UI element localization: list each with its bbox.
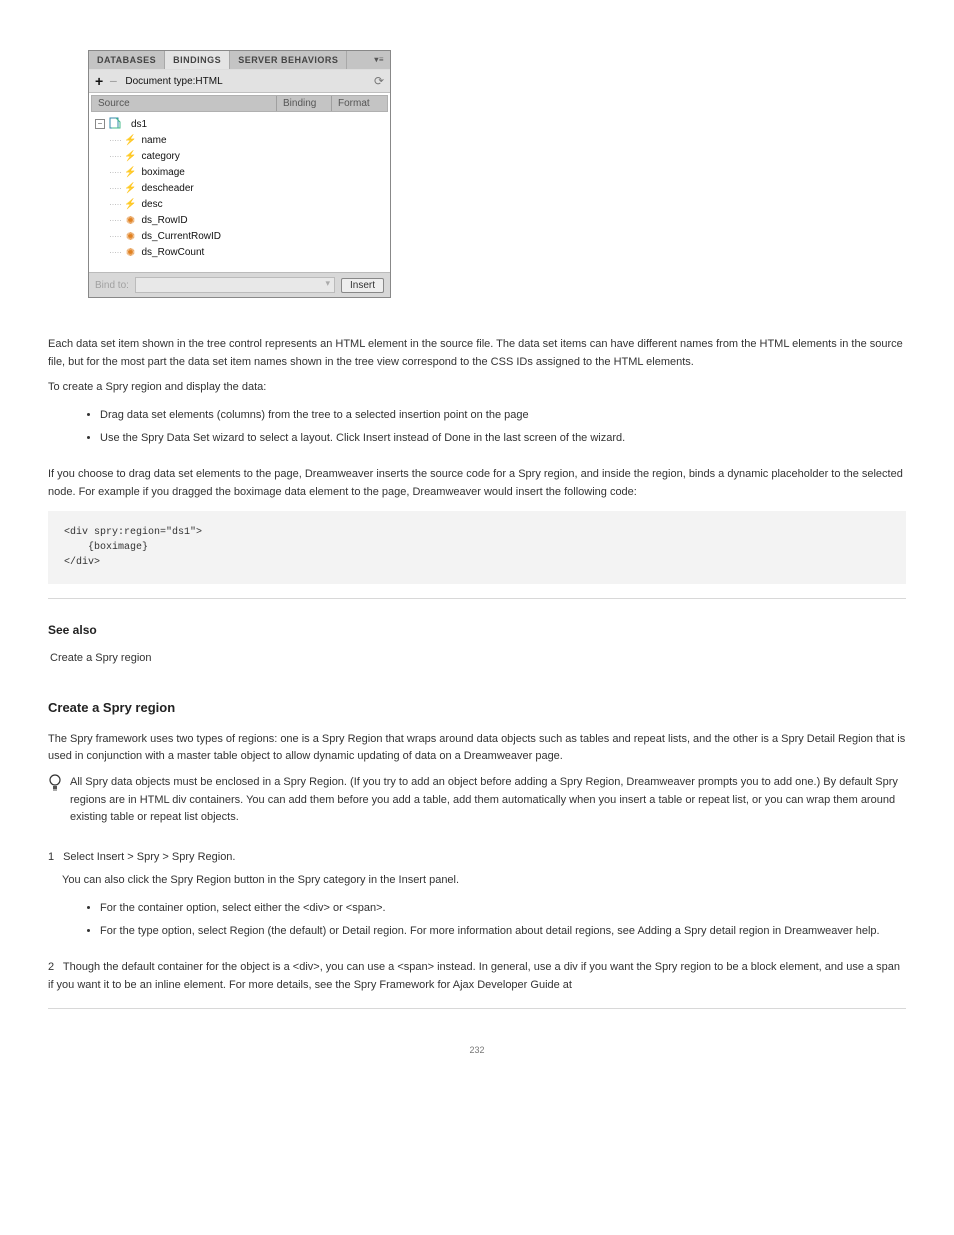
- lightning-icon: ⚡: [124, 151, 138, 162]
- paragraph: Each data set item shown in the tree con…: [48, 336, 906, 371]
- see-also-link[interactable]: Create a Spry region: [50, 650, 906, 668]
- tree-connector: ·····: [109, 135, 122, 145]
- refresh-icon[interactable]: ⟳: [374, 74, 384, 88]
- tree-item-label: ds_RowCount: [142, 247, 205, 258]
- insert-button[interactable]: Insert: [341, 278, 384, 293]
- see-also-heading: See also: [48, 621, 906, 640]
- tree-ds-label: ds1: [131, 119, 147, 130]
- tree-item-label: ds_CurrentRowID: [142, 231, 221, 242]
- doc-type-label: Document type:HTML: [125, 76, 222, 87]
- column-headers: Source Binding Format: [91, 95, 388, 112]
- tree-item[interactable]: ·····✺ ds_RowID: [91, 212, 388, 228]
- tree-item[interactable]: ·····✺ ds_CurrentRowID: [91, 228, 388, 244]
- tree-item[interactable]: ·····⚡ boximage: [91, 164, 388, 180]
- col-binding[interactable]: Binding: [277, 96, 332, 111]
- tab-databases[interactable]: DATABASES: [89, 51, 165, 69]
- divider: [48, 1008, 906, 1009]
- col-format[interactable]: Format: [332, 96, 387, 111]
- bindings-tree: − ds1 ·····⚡name·····⚡category·····⚡boxi…: [91, 114, 388, 268]
- code-block: <div spry:region="ds1"> {boximage} </div…: [48, 511, 906, 584]
- bindto-select[interactable]: [135, 277, 335, 293]
- list-item: Drag data set elements (columns) from th…: [100, 407, 906, 425]
- remove-button[interactable]: −: [109, 74, 117, 88]
- dataset-icon: [109, 116, 123, 133]
- tree-connector: ·····: [109, 151, 122, 161]
- gear-icon: ✺: [124, 230, 138, 243]
- tree-item-label: name: [142, 135, 167, 146]
- tree-item-label: boximage: [142, 167, 185, 178]
- lightbulb-icon: [48, 774, 62, 790]
- gear-icon: ✺: [124, 214, 138, 227]
- panel-toolbar: + − Document type:HTML ⟳: [89, 69, 390, 93]
- add-button[interactable]: +: [95, 73, 103, 89]
- paragraph: To create a Spry region and display the …: [48, 379, 906, 397]
- tree-connector: ·····: [109, 215, 122, 225]
- gear-icon: ✺: [124, 246, 138, 259]
- panel-menu-icon[interactable]: ▾≡: [368, 51, 390, 69]
- tab-server-behaviors[interactable]: SERVER BEHAVIORS: [230, 51, 347, 69]
- topic-heading: Create a Spry region: [48, 698, 906, 719]
- tree-item-label: descheader: [142, 183, 194, 194]
- paragraph: The Spry framework uses two types of reg…: [48, 731, 906, 766]
- tree-item[interactable]: ·····⚡ name: [91, 132, 388, 148]
- list-item: For the type option, select Region (the …: [100, 923, 906, 941]
- list-item: Use the Spry Data Set wizard to select a…: [100, 430, 906, 448]
- tree-connector: ·····: [109, 231, 122, 241]
- tree-item[interactable]: ·····⚡ category: [91, 148, 388, 164]
- tree-item-label: category: [142, 151, 180, 162]
- step-2: 2 Though the default container for the o…: [48, 959, 906, 994]
- lightning-icon: ⚡: [124, 199, 138, 210]
- step-1-sub: You can also click the Spry Region butto…: [62, 872, 906, 890]
- tip: All Spry data objects must be enclosed i…: [48, 774, 906, 835]
- bullet-list: Drag data set elements (columns) from th…: [100, 407, 906, 448]
- tree-connector: ·····: [109, 247, 122, 257]
- tree-connector: ·····: [109, 183, 122, 193]
- panel-tabs: DATABASES BINDINGS SERVER BEHAVIORS ▾≡: [89, 51, 390, 69]
- tree-root-ds1[interactable]: − ds1: [91, 116, 388, 132]
- bindings-panel: DATABASES BINDINGS SERVER BEHAVIORS ▾≡ +…: [88, 50, 391, 298]
- page-number: 232: [48, 1043, 906, 1057]
- lightning-icon: ⚡: [124, 167, 138, 178]
- bullet-list: For the container option, select either …: [100, 900, 906, 941]
- bindto-label: Bind to:: [95, 280, 129, 291]
- divider: [48, 598, 906, 599]
- tree-item[interactable]: ·····✺ ds_RowCount: [91, 244, 388, 260]
- tree-connector: ·····: [109, 199, 122, 209]
- tree-item-label: desc: [142, 199, 163, 210]
- tree-item[interactable]: ·····⚡ desc: [91, 196, 388, 212]
- tab-bindings[interactable]: BINDINGS: [165, 51, 230, 69]
- tree-item[interactable]: ·····⚡ descheader: [91, 180, 388, 196]
- step-1: 1 Select Insert > Spry > Spry Region. Yo…: [48, 849, 906, 890]
- paragraph: If you choose to drag data set elements …: [48, 466, 906, 501]
- lightning-icon: ⚡: [124, 183, 138, 194]
- tree-connector: ·····: [109, 167, 122, 177]
- tree-item-label: ds_RowID: [142, 215, 188, 226]
- panel-footer: Bind to: Insert: [89, 272, 390, 297]
- list-item: For the container option, select either …: [100, 900, 906, 918]
- lightning-icon: ⚡: [124, 135, 138, 146]
- col-source[interactable]: Source: [92, 96, 277, 111]
- expand-collapse-icon[interactable]: −: [95, 119, 105, 129]
- tip-text: All Spry data objects must be enclosed i…: [70, 774, 906, 827]
